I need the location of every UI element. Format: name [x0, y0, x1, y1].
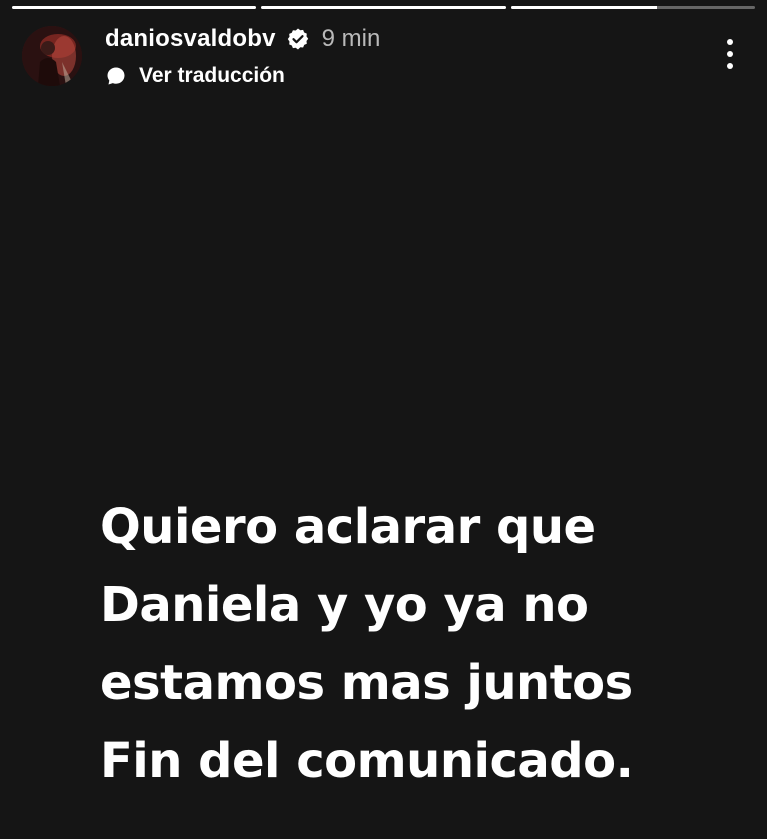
- more-vertical-icon: [727, 39, 733, 45]
- speech-bubble-icon: [105, 65, 127, 87]
- progress-segment-2: [261, 6, 506, 9]
- post-time: 9 min: [321, 25, 381, 52]
- story-text-line: Daniela y yo ya no: [100, 577, 589, 633]
- progress-fill-1: [12, 6, 257, 9]
- user-info: daniosvaldobv 9 min: [105, 24, 380, 54]
- progress-segment-3: [510, 6, 755, 9]
- story-header: daniosvaldobv 9 min Ver traducción: [22, 24, 745, 94]
- story-text-line: Quiero aclarar que: [100, 499, 596, 555]
- more-options-button[interactable]: [715, 34, 745, 74]
- progress-fill-3: [510, 6, 658, 9]
- avatar-image: [22, 26, 82, 86]
- username[interactable]: daniosvaldobv: [105, 25, 276, 53]
- progress-fill-2: [261, 6, 506, 9]
- progress-segment-1: [12, 6, 257, 9]
- story-text-line: Fin del comunicado.: [100, 733, 634, 789]
- more-vertical-icon: [727, 51, 733, 57]
- avatar[interactable]: [22, 26, 82, 86]
- story-text-line: estamos mas juntos: [100, 655, 633, 711]
- more-vertical-icon: [727, 63, 733, 69]
- verified-badge-icon: [286, 27, 310, 51]
- story-progress-bars: [12, 6, 755, 9]
- story-text: Quiero aclarar que Daniela y yo ya no es…: [100, 488, 740, 800]
- translate-label: Ver traducción: [139, 64, 285, 87]
- translate-button[interactable]: Ver traducción: [105, 62, 285, 90]
